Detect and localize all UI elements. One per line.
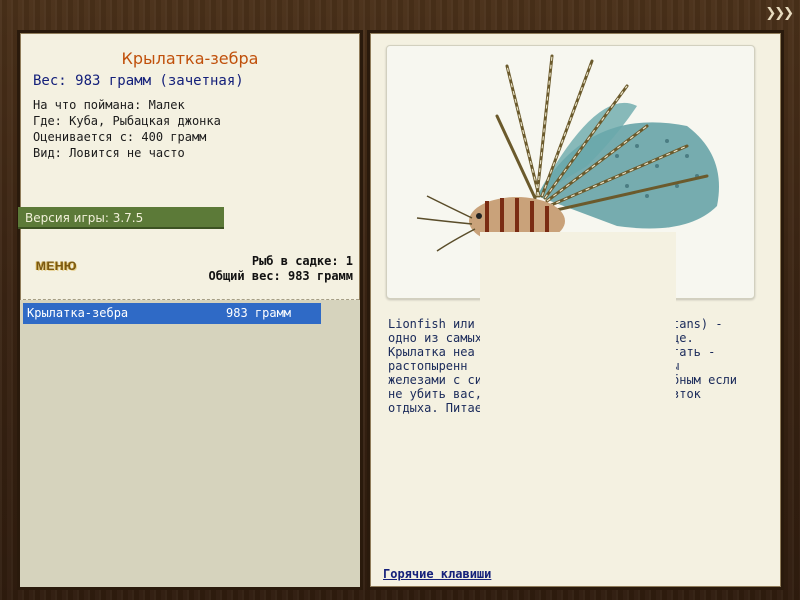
version-bar: Версия игры: 3.7.5 [18,207,224,229]
keepnet-list: Крылатка-зебра 983 грамм [20,300,360,587]
caught-with: На что поймана: Малек [33,98,185,112]
description-line-right [672,401,737,415]
location: Где: Куба, Рыбацкая джонка [33,114,221,128]
description-line-right: ы [672,359,737,373]
fish-info-panel: Крылатка-зебра Вес: 983 грамм (зачетная)… [17,30,363,590]
next-arrows-icon[interactable]: ❯❯❯ [765,6,794,21]
image-occluder [480,232,676,432]
description-line-right: гать - [672,345,716,359]
menu-button[interactable]: МЕНЮ [36,259,77,273]
total-weight: Общий вес: 983 грамм [208,269,354,283]
description-line-right: tans) - [672,317,723,331]
min-weight: Оценивается с: 400 грамм [33,130,207,144]
antennae [416,195,476,252]
fish-weight: Вес: 983 грамм (зачетная) [33,73,244,89]
fish-count: Рыб в садке: 1 [251,254,353,268]
keepnet-stats: Рыб в садке: 1 Общий вес: 983 грамм [209,254,354,284]
rarity: Вид: Ловится не часто [33,146,185,160]
keepnet-row-weight: 983 грамм [226,306,292,320]
wood-frame-top [0,0,800,30]
hotkeys-link[interactable]: Горячие клавиши [383,567,491,581]
fish-detail-panel: Lionfish или по одно из самых Крылатка неа… [367,30,784,590]
description-line-right: бным если [672,373,738,387]
keepnet-row-name: Крылатка-зебра [27,306,129,320]
fish-title: Крылатка-зебра [121,49,259,68]
description-line-right: це. [672,331,694,345]
description-right: tans) -це.гать -ыбным еслизток [672,317,737,415]
description-line-right: зток [672,387,701,401]
keepnet-row-selected[interactable]: Крылатка-зебра 983 грамм [23,303,321,324]
